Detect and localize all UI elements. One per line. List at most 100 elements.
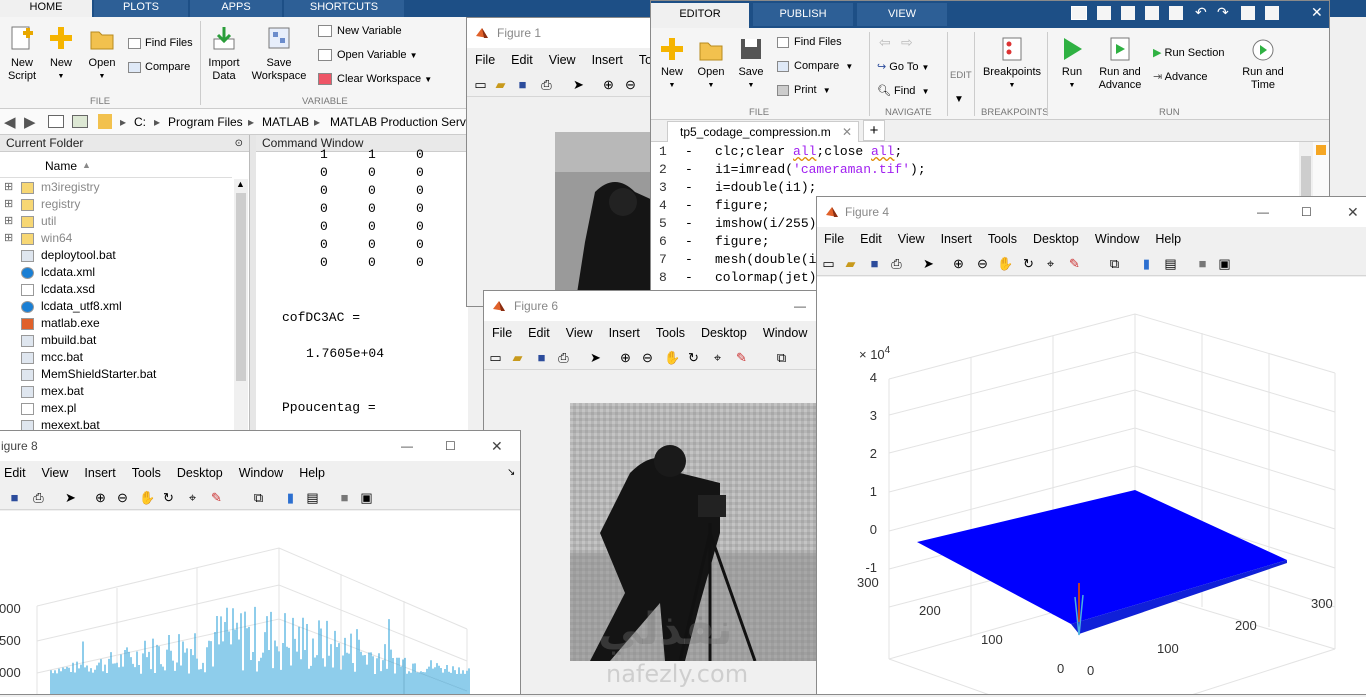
- menu-edit[interactable]: Edit: [511, 53, 533, 67]
- zoom-out-icon[interactable]: ⊖: [640, 350, 655, 365]
- menu-tools[interactable]: Tools: [656, 326, 685, 340]
- open-button[interactable]: Open ▼: [86, 25, 118, 83]
- code-line[interactable]: mesh(double(i: [715, 252, 816, 267]
- menu-desktop[interactable]: Desktop: [177, 466, 223, 480]
- menu-file[interactable]: File: [475, 53, 495, 67]
- path-drive[interactable]: C:: [134, 115, 146, 129]
- figure-1-window[interactable]: Figure 1 File Edit View Insert Too ▭ ▰ ■ ⎙ ➤…: [466, 17, 659, 307]
- code-line[interactable]: figure;: [715, 234, 770, 249]
- menu-help[interactable]: Help: [1155, 232, 1181, 246]
- quick-access-icon[interactable]: [1071, 6, 1087, 20]
- code-line[interactable]: clc;clear all;close all;: [715, 144, 902, 159]
- edit-group[interactable]: EDIT ▼: [947, 32, 975, 116]
- brush-icon[interactable]: ✎: [734, 350, 749, 365]
- path-segment[interactable]: MATLAB: [262, 115, 309, 129]
- find-button[interactable]: 🔍︎ Find ▼: [877, 84, 929, 97]
- menu-window[interactable]: Window: [763, 326, 807, 340]
- open-file-icon[interactable]: ▰: [493, 77, 508, 92]
- brush-icon[interactable]: ✎: [1067, 256, 1082, 271]
- brush-icon[interactable]: ✎: [209, 490, 224, 505]
- close-icon[interactable]: ✕: [1347, 197, 1359, 227]
- zoom-out-icon[interactable]: ⊖: [975, 256, 990, 271]
- run-section-button[interactable]: ▶ Run Section: [1153, 46, 1224, 59]
- data-cursor-icon[interactable]: ⌖: [1043, 256, 1058, 271]
- run-and-advance-button[interactable]: Run and Advance: [1095, 36, 1145, 92]
- show-plot-tools-icon[interactable]: ▣: [359, 490, 374, 505]
- code-line[interactable]: i1=imread('cameraman.tif');: [715, 162, 926, 177]
- show-plot-tools-icon[interactable]: ▣: [1217, 256, 1232, 271]
- editor-save-button[interactable]: Save ▼: [736, 36, 766, 92]
- file-tab[interactable]: tp5_codage_compression.m ✕: [667, 121, 859, 142]
- tab-plots[interactable]: PLOTS: [94, 0, 188, 17]
- file-list-item[interactable]: lcdata_utf8.xml: [0, 298, 232, 315]
- file-list-item[interactable]: ⊞ m3iregistry: [0, 179, 232, 196]
- editor-new-button[interactable]: New ▼: [657, 36, 687, 92]
- tab-publish[interactable]: PUBLISH: [753, 3, 853, 26]
- close-tab-icon[interactable]: ✕: [842, 122, 852, 142]
- forward-arrow-icon[interactable]: ⇨: [901, 34, 913, 51]
- figure-6-titlebar[interactable]: Figure 6 —: [484, 291, 816, 321]
- dock-arrow-icon[interactable]: ↘: [507, 461, 515, 485]
- advance-button[interactable]: ⇥ Advance: [1153, 70, 1207, 83]
- breakpoint-marker[interactable]: -: [685, 162, 693, 177]
- file-list-item[interactable]: ⊞ util: [0, 213, 232, 230]
- pointer-icon[interactable]: ➤: [588, 350, 603, 365]
- figure-1-titlebar[interactable]: Figure 1: [467, 18, 657, 48]
- maximize-icon[interactable]: ☐: [1301, 197, 1312, 227]
- pointer-icon[interactable]: ➤: [571, 77, 586, 92]
- menu-insert[interactable]: Insert: [592, 53, 623, 67]
- compare-button[interactable]: Compare: [128, 61, 190, 73]
- menu-window[interactable]: Window: [1095, 232, 1139, 246]
- help-icon[interactable]: [1265, 6, 1279, 20]
- rotate-3d-icon[interactable]: ↻: [686, 350, 701, 365]
- open-file-icon[interactable]: ▰: [843, 256, 858, 271]
- pointer-icon[interactable]: ➤: [63, 490, 78, 505]
- file-list-item[interactable]: mcc.bat: [0, 349, 232, 366]
- new-button[interactable]: New ▼: [46, 25, 76, 83]
- figure-8-titlebar[interactable]: igure 8 — ☐ ✕: [0, 431, 520, 461]
- legend-icon[interactable]: ▤: [1163, 256, 1178, 271]
- tab-shortcuts[interactable]: SHORTCUTS: [284, 0, 404, 17]
- menu-file[interactable]: File: [824, 232, 844, 246]
- switch-windows-icon[interactable]: [1241, 6, 1255, 20]
- minimize-icon[interactable]: —: [794, 291, 806, 321]
- import-data-button[interactable]: Import Data: [206, 25, 242, 83]
- minimize-icon[interactable]: —: [1257, 197, 1269, 227]
- pan-hand-icon[interactable]: ✋: [664, 350, 680, 365]
- figure-4-window[interactable]: Figure 4 — ☐ ✕ File Edit View Insert Tools De…: [816, 196, 1366, 695]
- breakpoint-marker[interactable]: -: [685, 252, 693, 267]
- breakpoint-marker[interactable]: -: [685, 234, 693, 249]
- find-files-button[interactable]: Find Files: [128, 37, 193, 49]
- data-cursor-icon[interactable]: ⌖: [185, 490, 200, 505]
- pointer-icon[interactable]: ➤: [921, 256, 936, 271]
- menu-view[interactable]: View: [566, 326, 593, 340]
- up-folder-icon[interactable]: [48, 115, 64, 128]
- close-icon[interactable]: ✕: [1311, 4, 1323, 21]
- expand-icon[interactable]: ⊞: [4, 196, 13, 213]
- expand-icon[interactable]: ⊞: [4, 213, 13, 230]
- minimize-icon[interactable]: —: [401, 431, 413, 461]
- path-segment[interactable]: MATLAB Production Serve: [330, 115, 473, 129]
- back-arrow-icon[interactable]: ⇦: [879, 34, 891, 51]
- link-plot-icon[interactable]: ⧉: [774, 350, 789, 365]
- redo-icon[interactable]: ↷: [1217, 4, 1229, 21]
- expand-icon[interactable]: ⊞: [4, 230, 13, 247]
- save-icon[interactable]: ■: [867, 256, 882, 271]
- menu-view[interactable]: View: [898, 232, 925, 246]
- path-segment[interactable]: Program Files: [168, 115, 243, 129]
- print-icon[interactable]: ⎙: [539, 77, 554, 92]
- file-list-item[interactable]: mex.bat: [0, 383, 232, 400]
- data-cursor-icon[interactable]: ⌖: [710, 350, 725, 365]
- save-icon[interactable]: [1097, 6, 1111, 20]
- scrollbar[interactable]: ▲: [234, 179, 248, 435]
- new-figure-icon[interactable]: ▭: [473, 77, 488, 92]
- zoom-out-icon[interactable]: ⊖: [115, 490, 130, 505]
- save-icon[interactable]: ■: [7, 490, 22, 505]
- file-list-item[interactable]: mbuild.bat: [0, 332, 232, 349]
- save-icon[interactable]: ■: [534, 350, 549, 365]
- breakpoint-marker[interactable]: -: [685, 198, 693, 213]
- menu-tools[interactable]: Tools: [988, 232, 1017, 246]
- file-list-item[interactable]: ⊞ registry: [0, 196, 232, 213]
- run-button[interactable]: Run ▼: [1055, 36, 1089, 92]
- code-line[interactable]: figure;: [715, 198, 770, 213]
